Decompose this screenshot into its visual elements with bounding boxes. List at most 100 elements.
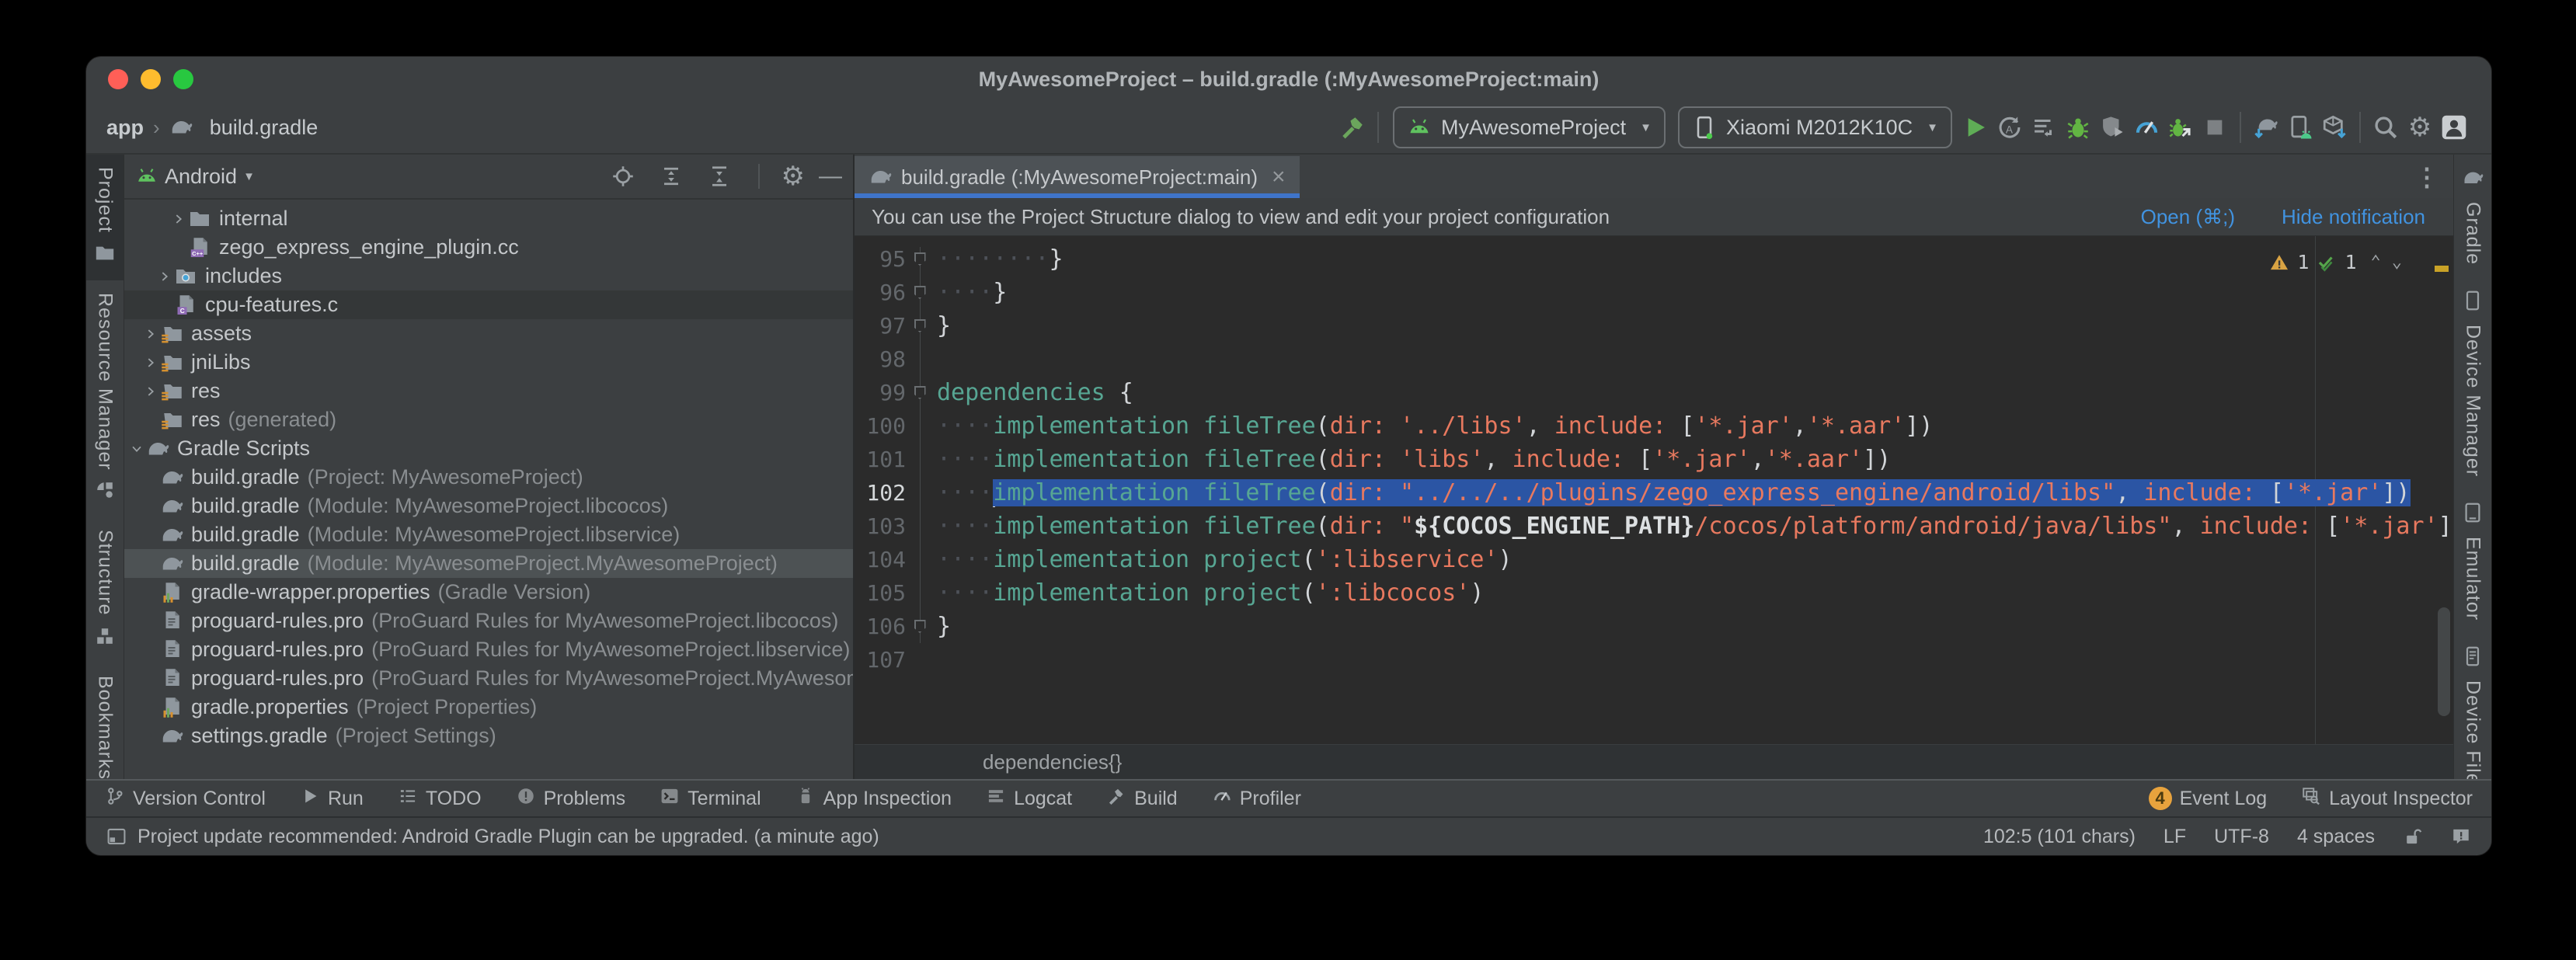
chevron-right-icon[interactable] xyxy=(169,212,188,226)
tree-item[interactable]: proguard-rules.pro(ProGuard Rules for My… xyxy=(124,664,853,693)
panel-settings-gear-icon[interactable]: ⚙ xyxy=(782,163,805,190)
code-text[interactable]: } xyxy=(934,309,951,343)
tool-window-button-terminal[interactable]: Terminal xyxy=(660,786,761,812)
chevron-right-icon[interactable] xyxy=(141,384,160,398)
close-tab-icon[interactable]: × xyxy=(1272,164,1286,190)
project-view-select[interactable]: Android xyxy=(165,165,237,189)
tool-window-button-profiler[interactable]: Profiler xyxy=(1212,786,1301,812)
device-select[interactable]: Xiaomi M2012K10C ▼ xyxy=(1678,106,1952,148)
code-text[interactable]: ········} xyxy=(934,242,1063,276)
editor-breadcrumb[interactable]: dependencies{} xyxy=(855,744,2453,779)
file-encoding[interactable]: UTF-8 xyxy=(2214,826,2269,848)
fold-marker-icon[interactable] xyxy=(906,386,934,399)
breadcrumb-file[interactable]: build.gradle xyxy=(210,116,319,140)
hide-panel-icon[interactable]: — xyxy=(819,165,842,188)
tool-tab-project[interactable]: Project xyxy=(86,155,124,280)
profile-low-overhead-icon[interactable] xyxy=(2163,110,2198,144)
run-configuration-select[interactable]: MyAwesomeProject ▼ xyxy=(1393,106,1666,148)
chevron-right-icon[interactable] xyxy=(155,270,174,283)
sdk-manager-icon[interactable] xyxy=(2317,110,2351,144)
tool-tab-emulator[interactable]: Emulator xyxy=(2454,489,2491,633)
breadcrumb-module[interactable]: app xyxy=(106,116,144,140)
zoom-window-button[interactable] xyxy=(173,69,193,89)
tool-window-button-layout-inspector[interactable]: Layout Inspector xyxy=(2301,786,2473,812)
unlock-icon[interactable] xyxy=(2403,826,2423,847)
tool-window-button-app-inspection[interactable]: App Inspection xyxy=(795,786,952,812)
code-line[interactable]: 96····} xyxy=(855,276,2453,309)
code-text[interactable]: ····implementation fileTree(dir: "../../… xyxy=(934,476,2411,510)
code-line[interactable]: 102····implementation fileTree(dir: "../… xyxy=(855,476,2453,510)
code-line[interactable]: 100····implementation fileTree(dir: '../… xyxy=(855,409,2453,443)
tree-item[interactable]: res xyxy=(124,377,853,405)
editor-tab[interactable]: build.gradle (:MyAwesomeProject:main) × xyxy=(855,156,1300,198)
tree-item[interactable]: res(generated) xyxy=(124,405,853,434)
code-text[interactable]: } xyxy=(934,610,951,643)
tool-tab-device-manager[interactable]: Device Manager xyxy=(2454,277,2491,489)
editor-options-kebab-icon[interactable]: ⋮ xyxy=(2414,162,2439,192)
indent-setting[interactable]: 4 spaces xyxy=(2297,826,2375,848)
tree-item[interactable]: build.gradle(Module: MyAwesomeProject.My… xyxy=(124,549,853,578)
tool-tab-resource-manager[interactable]: Resource Manager xyxy=(86,280,124,518)
code-text[interactable]: ····implementation fileTree(dir: '../lib… xyxy=(934,409,1933,443)
run-button[interactable] xyxy=(1958,110,1993,144)
tool-window-button-version-control[interactable]: Version Control xyxy=(105,786,266,812)
tree-item[interactable]: jniLibs xyxy=(124,348,853,377)
tree-item[interactable]: assets xyxy=(124,319,853,348)
status-message[interactable]: Project update recommended: Android Grad… xyxy=(138,826,879,848)
tree-item[interactable]: gradle-wrapper.properties(Gradle Version… xyxy=(124,578,853,607)
tree-item[interactable]: build.gradle(Module: MyAwesomeProject.li… xyxy=(124,520,853,549)
code-line[interactable]: 98 xyxy=(855,343,2453,376)
code-line[interactable]: 95········} xyxy=(855,242,2453,276)
tree-item[interactable]: build.gradle(Project: MyAwesomeProject) xyxy=(124,463,853,492)
tree-item[interactable]: settings.gradle(Project Settings) xyxy=(124,722,853,750)
code-text[interactable]: ····implementation project(':libcocos') xyxy=(934,576,1484,610)
code-text[interactable]: ····implementation fileTree(dir: "${COCO… xyxy=(934,510,2453,543)
tool-window-button-run[interactable]: Run xyxy=(300,786,364,812)
settings-gear-icon[interactable]: ⚙ xyxy=(2403,110,2437,144)
code-text[interactable]: ····} xyxy=(934,276,1007,309)
tree-item[interactable]: build.gradle(Module: MyAwesomeProject.li… xyxy=(124,492,853,520)
profiler-button[interactable] xyxy=(2129,110,2163,144)
attach-debugger-icon[interactable] xyxy=(2095,110,2129,144)
code-line[interactable]: 103····implementation fileTree(dir: "${C… xyxy=(855,510,2453,543)
tool-window-button-logcat[interactable]: Logcat xyxy=(986,786,1072,812)
minimize-window-button[interactable] xyxy=(141,69,161,89)
code-line[interactable]: 107 xyxy=(855,643,2453,677)
tree-item[interactable]: Gradle Scripts xyxy=(124,434,853,463)
tree-item[interactable]: internal xyxy=(124,204,853,233)
tree-item[interactable]: Ccpu-features.c xyxy=(124,290,853,319)
tool-window-button-problems[interactable]: Problems xyxy=(516,786,626,812)
code-line[interactable]: 97} xyxy=(855,309,2453,343)
device-manager-icon[interactable] xyxy=(2283,110,2317,144)
caret-position[interactable]: 102:5 (101 chars) xyxy=(1983,826,2136,848)
tool-window-toggle-icon[interactable] xyxy=(106,826,127,847)
code-line[interactable]: 106} xyxy=(855,610,2453,643)
chevron-right-icon[interactable] xyxy=(141,327,160,341)
code-editor[interactable]: 95········}96····}97}9899dependencies {1… xyxy=(855,236,2453,744)
tool-tab-structure[interactable]: Structure xyxy=(86,517,124,663)
gradle-sync-icon[interactable] xyxy=(2249,110,2283,144)
expand-all-icon[interactable] xyxy=(654,159,688,193)
fold-marker-icon[interactable] xyxy=(906,319,934,332)
open-project-structure-link[interactable]: Open (⌘;) xyxy=(2141,205,2235,229)
debug-button[interactable] xyxy=(2061,110,2095,144)
code-text[interactable]: ····implementation fileTree(dir: 'libs',… xyxy=(934,443,1891,476)
build-hammer-icon[interactable] xyxy=(1335,110,1370,144)
tree-item[interactable]: proguard-rules.pro(ProGuard Rules for My… xyxy=(124,635,853,664)
code-text[interactable]: dependencies { xyxy=(934,376,1133,409)
hide-notification-link[interactable]: Hide notification xyxy=(2282,205,2425,229)
tree-item[interactable]: gradle.properties(Project Properties) xyxy=(124,693,853,722)
tree-item[interactable]: proguard-rules.pro(ProGuard Rules for My… xyxy=(124,607,853,635)
code-line[interactable]: 104····implementation project(':libservi… xyxy=(855,543,2453,576)
close-window-button[interactable] xyxy=(108,69,128,89)
tool-window-button-build[interactable]: Build xyxy=(1106,786,1178,812)
search-everywhere-icon[interactable] xyxy=(2369,110,2403,144)
chevron-down-icon[interactable] xyxy=(127,442,146,456)
code-text[interactable]: ····implementation project(':libservice'… xyxy=(934,543,1513,576)
apply-code-changes-icon[interactable] xyxy=(2027,110,2061,144)
collapse-all-icon[interactable] xyxy=(702,159,736,193)
tree-item[interactable]: C++zego_express_engine_plugin.cc xyxy=(124,233,853,262)
code-line[interactable]: 105····implementation project(':libcocos… xyxy=(855,576,2453,610)
apply-changes-icon[interactable]: A xyxy=(1993,110,2027,144)
chevron-right-icon[interactable] xyxy=(141,356,160,370)
